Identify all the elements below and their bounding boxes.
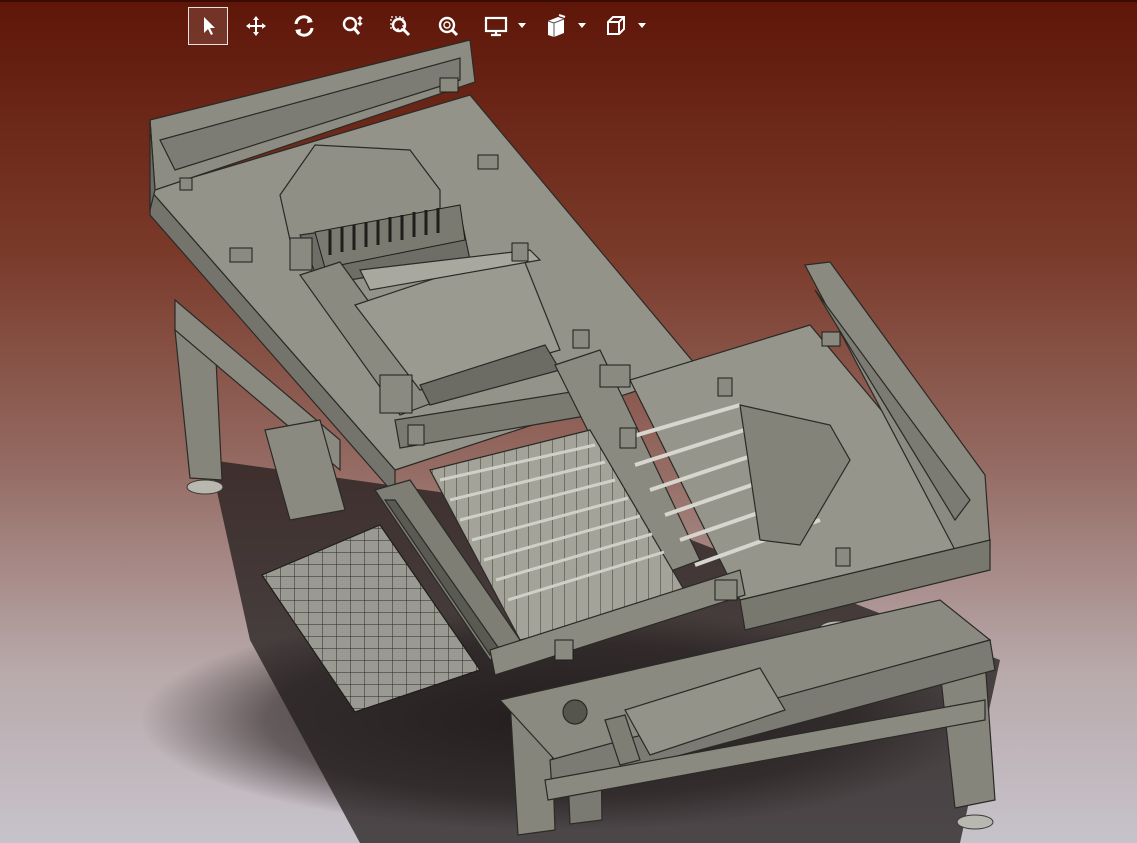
machine-assembly-model[interactable]: [0, 0, 1137, 843]
view-orientation-button[interactable]: [596, 7, 636, 45]
display-mode-chevron-down-icon[interactable]: [516, 7, 528, 45]
select-tool-button[interactable]: [188, 7, 228, 45]
view-toolbar: [188, 6, 656, 46]
display-mode-button[interactable]: [476, 7, 516, 45]
rotate-icon: [294, 15, 314, 37]
zoom-area-icon: [390, 16, 411, 37]
zoom-fit-button[interactable]: [428, 7, 468, 45]
display-mode-dropdown[interactable]: [476, 7, 528, 45]
view-orientation-cube-icon: [607, 16, 625, 35]
view-orientation-chevron-down-icon[interactable]: [636, 7, 648, 45]
view-orientation-dropdown[interactable]: [596, 7, 648, 45]
rotate-tool-button[interactable]: [284, 7, 324, 45]
section-view-chevron-down-icon[interactable]: [576, 7, 588, 45]
zoom-in-out-button[interactable]: [332, 7, 372, 45]
section-view-button[interactable]: [536, 7, 576, 45]
zoom-fit-icon: [438, 16, 459, 37]
select-arrow-icon: [204, 17, 215, 35]
pan-move-icon: [246, 16, 266, 36]
section-view-icon: [547, 14, 566, 37]
pan-tool-button[interactable]: [236, 7, 276, 45]
zoom-in-out-icon: [342, 15, 363, 35]
section-view-dropdown[interactable]: [536, 7, 588, 45]
3d-model-viewport[interactable]: [0, 0, 1137, 843]
display-mode-icon: [484, 16, 508, 37]
zoom-area-button[interactable]: [380, 7, 420, 45]
